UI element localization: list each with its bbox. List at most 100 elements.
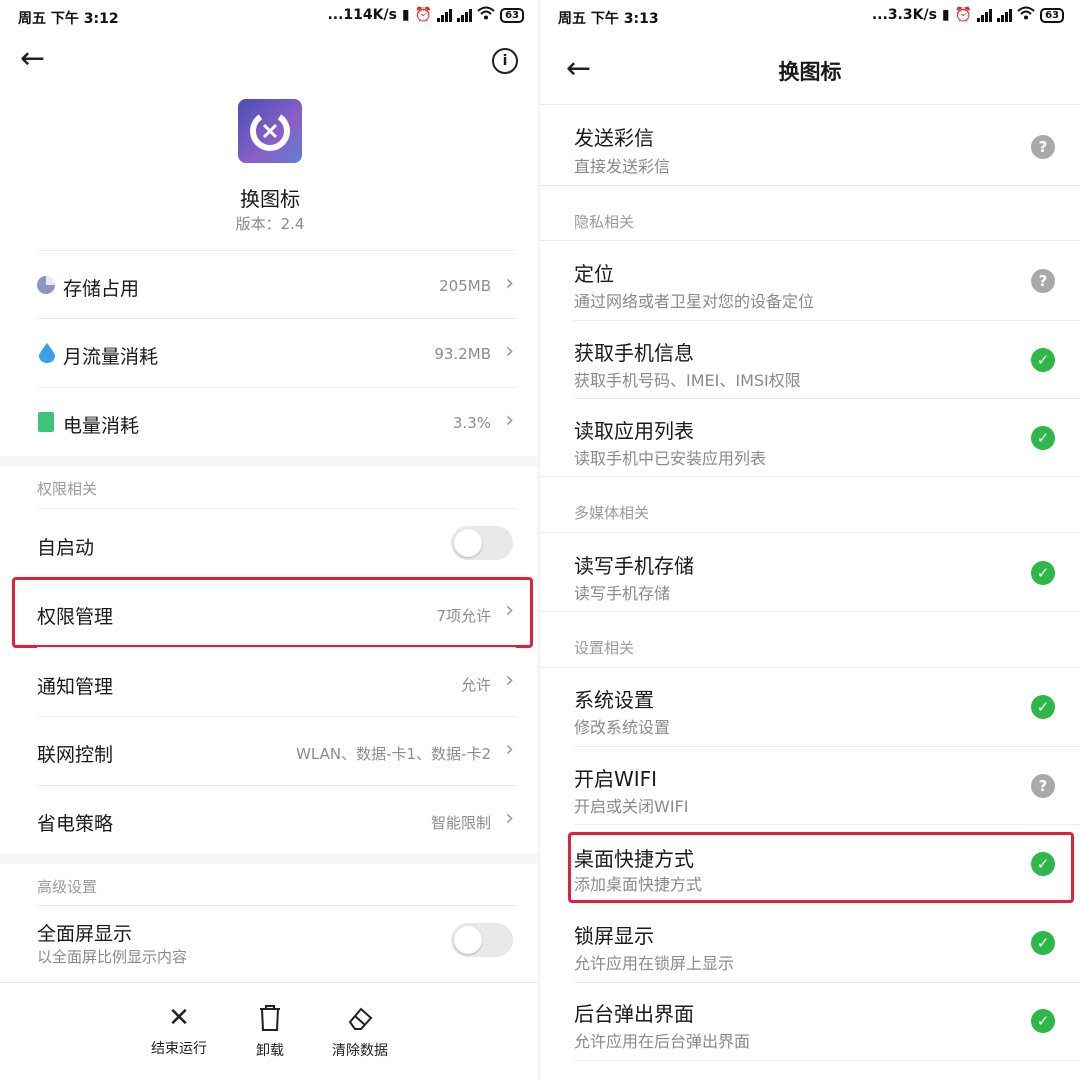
permission-item[interactable]: 获取手机信息 获取手机号码、IMEI、IMSI权限 ✓ [540,321,1080,398]
storage-label: 存储占用 [63,278,140,300]
chevron-right-icon: › [505,737,514,762]
fullscreen-row: 全面屏显示 以全面屏比例显示内容 [0,906,540,976]
info-icon[interactable]: i [492,48,518,74]
power-policy-value: 智能限制 [430,814,491,832]
vibrate-icon: ▮ [941,7,950,23]
permission-desc: 读取手机中已安装应用列表 [574,449,767,468]
app-version: 版本：2.4 [235,215,305,233]
permission-title: 定位 [574,262,614,286]
permission-item[interactable]: 系统设置 修改系统设置 ✓ [540,668,1080,746]
permission-item[interactable]: 后台弹出界面 允许应用在后台弹出界面 ✓ [540,983,1080,1060]
status-time: 周五 下午 3:12 [18,11,119,27]
status-icons: ...3.3K/s ▮ ⏰ 63 [872,6,1064,24]
wifi-icon [1017,6,1035,24]
permission-title: 读取应用列表 [574,419,694,443]
chevron-right-icon: › [505,668,514,693]
signal-icon-2 [457,8,473,22]
permission-item[interactable]: 发送彩信 直接发送彩信 ? [540,105,1080,185]
storage-value: 205MB [439,277,491,295]
storage-row[interactable]: 存储占用 205MB › [0,251,540,318]
water-drop-icon [39,343,55,367]
data-usage-value: 93.2MB [434,345,491,363]
vibrate-icon: ▮ [401,7,410,23]
notification-label: 通知管理 [37,676,114,698]
permission-item[interactable]: 定位 通过网络或者卫星对您的设备定位 ? [540,241,1080,320]
divider [540,185,1080,186]
battery-usage-label: 电量消耗 [63,415,140,437]
network-control-row[interactable]: 联网控制 WLAN、数据-卡1、数据-卡2 › [0,717,540,785]
data-usage-row[interactable]: 月流量消耗 93.2MB › [0,319,540,387]
permission-title: 发送彩信 [574,126,654,150]
network-speed: ...3.3K/s [871,7,937,23]
permission-desc: 通过网络或者卫星对您的设备定位 [574,292,815,311]
battery-icon: 63 [1040,7,1064,23]
divider [540,476,1080,477]
permission-item[interactable]: 读取应用列表 读取手机中已安装应用列表 ✓ [540,399,1080,476]
divider [574,1060,1080,1061]
section-gap [0,456,540,466]
check-icon[interactable]: ✓ [1031,931,1055,955]
highlight-box [12,577,533,648]
check-icon[interactable]: ✓ [1031,426,1055,450]
app-info-screen: 周五 下午 3:12 ...114K/s ▮ ⏰ 63 ← i 换图标 版本：2… [0,0,540,1080]
status-icons: ...114K/s ▮ ⏰ 63 [327,6,524,24]
app-icon [238,99,302,163]
uninstall-label: 卸载 [256,1043,284,1059]
permission-screen: 周五 下午 3:13 ...3.3K/s ▮ ⏰ 63 ← 换图标 发送彩信 直… [540,0,1080,1080]
battery-icon: 63 [500,7,524,23]
chevron-right-icon: › [505,271,514,296]
permission-item[interactable]: 读写手机存储 读写手机存储 ✓ [540,533,1080,611]
divider [540,611,1080,612]
trash-icon [245,1004,295,1036]
fullscreen-label: 全面屏显示 [37,923,133,945]
permission-title: 获取手机信息 [574,341,694,365]
status-bar: 周五 下午 3:12 ...114K/s ▮ ⏰ 63 [0,0,540,34]
permission-title: 锁屏显示 [574,924,654,948]
alarm-icon: ⏰ [954,7,973,23]
permission-desc: 直接发送彩信 [574,157,671,176]
check-icon[interactable]: ✓ [1031,348,1055,372]
check-icon[interactable]: ✓ [1031,695,1055,719]
autostart-row: 自启动 [0,509,540,577]
eraser-icon [327,1004,393,1036]
section-advanced: 高级设置 [37,878,98,896]
permission-title: 读写手机存储 [574,554,694,578]
notification-row[interactable]: 通知管理 允许 › [0,648,540,716]
clear-data-button[interactable]: 清除数据 [327,1004,393,1060]
permission-desc: 读写手机存储 [574,584,671,603]
permission-desc: 允许应用在锁屏上显示 [574,954,735,973]
uninstall-button[interactable]: 卸载 [245,1004,295,1060]
permission-desc: 开启或关闭WIFI [574,797,689,816]
section-permissions: 权限相关 [37,480,98,498]
network-control-label: 联网控制 [37,744,114,766]
question-icon[interactable]: ? [1031,135,1055,159]
section-settings: 设置相关 [574,639,635,657]
question-icon[interactable]: ? [1031,269,1055,293]
permission-title: 后台弹出界面 [574,1002,694,1026]
wifi-icon [477,6,495,24]
battery-usage-row[interactable]: 电量消耗 3.3% › [0,388,540,456]
back-arrow-icon[interactable]: ← [20,44,45,74]
check-icon[interactable]: ✓ [1031,561,1055,585]
fullscreen-toggle[interactable] [451,923,513,957]
stop-label: 结束运行 [151,1041,207,1057]
network-control-value: WLAN、数据-卡1、数据-卡2 [296,745,491,763]
section-privacy: 隐私相关 [574,213,635,231]
signal-icon [977,8,993,22]
chevron-right-icon: › [505,339,514,364]
autostart-toggle[interactable] [451,526,513,560]
stop-button[interactable]: ✕ 结束运行 [146,1004,212,1058]
permission-item[interactable]: 开启WIFI 开启或关闭WIFI ? [540,747,1080,824]
section-gap [0,854,540,864]
data-usage-label: 月流量消耗 [63,346,159,368]
section-media: 多媒体相关 [574,504,650,522]
question-icon[interactable]: ? [1031,774,1055,798]
signal-icon-2 [997,8,1013,22]
permission-title: 开启WIFI [574,767,658,791]
permission-desc: 获取手机号码、IMEI、IMSI权限 [574,371,801,390]
permission-item[interactable]: 锁屏显示 允许应用在锁屏上显示 ✓ [540,904,1080,982]
check-icon[interactable]: ✓ [1031,1009,1055,1033]
power-policy-row[interactable]: 省电策略 智能限制 › [0,786,540,854]
battery-level-icon [38,412,54,432]
close-icon: ✕ [168,1003,190,1033]
